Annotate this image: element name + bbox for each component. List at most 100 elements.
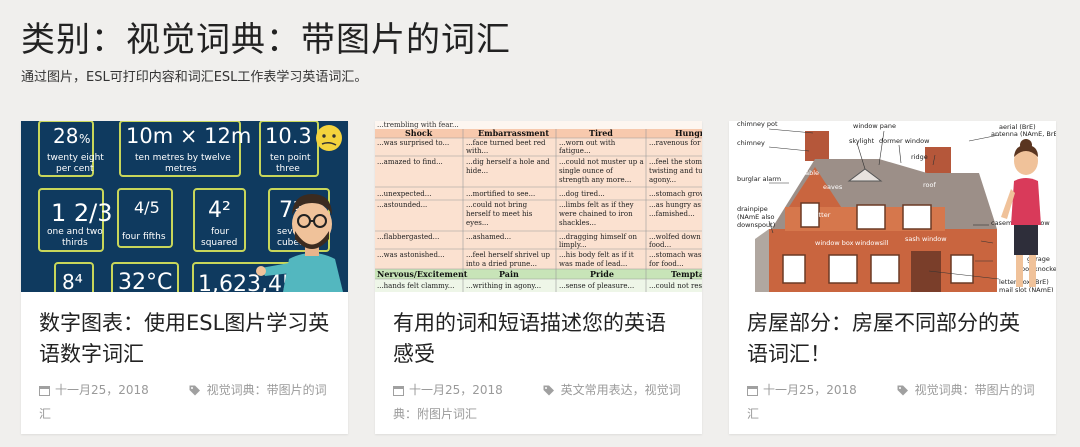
number-28: 28 <box>53 124 78 148</box>
tags-icon <box>543 385 554 396</box>
svg-text:...could not muster up a: ...could not muster up a <box>559 158 644 166</box>
svg-text:...stomach grow: ...stomach grow <box>649 190 702 198</box>
svg-text:...mortified to see...: ...mortified to see... <box>466 190 535 198</box>
svg-text:...unexpected...: ...unexpected... <box>377 190 431 198</box>
svg-text:Temptat: Temptat <box>671 269 702 279</box>
svg-text:drainpipe: drainpipe <box>737 205 768 213</box>
svg-text:%: % <box>79 132 90 146</box>
post-date: 十一月25，2018 <box>747 383 861 397</box>
svg-text:for food...: for food... <box>649 260 684 268</box>
svg-text:...sense of pleasure...: ...sense of pleasure... <box>559 282 634 290</box>
svg-text:...hands felt clammy...: ...hands felt clammy... <box>377 282 454 290</box>
svg-text:window box: window box <box>815 239 854 247</box>
post-title-link[interactable]: 房屋部分：房屋不同部分的英语词汇！ <box>747 308 1038 370</box>
svg-text:burglar alarm: burglar alarm <box>737 175 781 183</box>
svg-text:four fifths: four fifths <box>122 232 166 242</box>
svg-text:per cent: per cent <box>56 164 94 174</box>
svg-text:food...: food... <box>649 241 671 249</box>
svg-text:chimney pot: chimney pot <box>737 121 778 128</box>
svg-text:agony...: agony... <box>649 176 676 184</box>
page-title: 类别：视觉词典：带图片的词汇 <box>21 20 511 60</box>
post-card: chimney pot window pane skylight dormer … <box>729 121 1056 434</box>
svg-text:were chained to iron: were chained to iron <box>559 210 633 218</box>
svg-text:three: three <box>276 164 300 174</box>
svg-text:herself to meet his: herself to meet his <box>466 210 533 218</box>
svg-text:...writhing in agony...: ...writhing in agony... <box>466 282 541 290</box>
svg-text:gable: gable <box>801 169 819 177</box>
svg-text:single ounce of: single ounce of <box>559 167 614 175</box>
svg-text:...face turned beet red: ...face turned beet red <box>466 139 546 147</box>
tags-icon <box>189 385 200 396</box>
post-card: ...trembling with fear... Shock Embarras… <box>375 121 702 434</box>
svg-text:limply...: limply... <box>559 241 587 249</box>
tags-icon <box>897 385 908 396</box>
svg-text:4²: 4² <box>208 198 231 223</box>
calendar-icon <box>39 386 50 396</box>
svg-text:chimney: chimney <box>737 139 765 147</box>
svg-text:letter box (BrE): letter box (BrE) <box>999 278 1049 286</box>
svg-text:twenty eight: twenty eight <box>47 153 104 163</box>
calendar-icon <box>393 386 404 396</box>
svg-text:32°C: 32°C <box>118 270 172 292</box>
svg-text:...was surprised to...: ...was surprised to... <box>377 139 449 147</box>
svg-text:Hungr: Hungr <box>675 128 702 138</box>
svg-text:8⁴: 8⁴ <box>62 270 83 292</box>
svg-text:...ashamed...: ...ashamed... <box>466 233 511 241</box>
svg-text:sash window: sash window <box>905 235 947 243</box>
post-date: 十一月25，2018 <box>393 383 507 397</box>
svg-text:eyes...: eyes... <box>466 219 489 227</box>
svg-text:Nervous/Excitement: Nervous/Excitement <box>377 269 468 279</box>
svg-text:eaves: eaves <box>823 183 843 191</box>
post-date: 十一月25，2018 <box>39 383 153 397</box>
svg-text:...could not bring: ...could not bring <box>466 201 528 209</box>
svg-text:(NAmE also: (NAmE also <box>737 213 775 221</box>
svg-text:skylight: skylight <box>849 137 875 145</box>
svg-text:...famished...: ...famished... <box>649 210 695 218</box>
svg-text:window pane: window pane <box>853 122 896 130</box>
svg-text:...dog tired...: ...dog tired... <box>559 190 605 198</box>
svg-text:10.3: 10.3 <box>265 124 312 148</box>
svg-text:...dragging himself on: ...dragging himself on <box>559 233 637 241</box>
svg-text:with...: with... <box>466 147 488 155</box>
post-card: 28 % twenty eight per cent 10m × 12m ten… <box>21 121 348 434</box>
post-thumbnail-feelings-table[interactable]: ...trembling with fear... Shock Embarras… <box>375 121 702 292</box>
svg-text:...could not res: ...could not res <box>649 282 702 290</box>
svg-text:windowsill: windowsill <box>855 239 889 247</box>
svg-text:shackles...: shackles... <box>559 219 596 227</box>
svg-text:4/5: 4/5 <box>134 198 160 217</box>
svg-text:metres: metres <box>165 164 197 174</box>
post-title-link[interactable]: 有用的词和短语描述您的英语感受 <box>393 308 684 370</box>
svg-text:ten metres by twelve: ten metres by twelve <box>135 153 231 163</box>
post-title-link[interactable]: 数字图表：使用ESL图片学习英语数字词汇 <box>39 308 330 370</box>
svg-text:...his body felt as if it: ...his body felt as if it <box>559 251 634 259</box>
svg-text:was made of lead...: was made of lead... <box>559 260 627 268</box>
svg-text:...wolfed down: ...wolfed down <box>649 233 701 241</box>
svg-text:1 2/3: 1 2/3 <box>51 199 113 227</box>
svg-text:10m × 12m: 10m × 12m <box>126 124 251 148</box>
svg-text:four: four <box>211 227 229 237</box>
svg-text:...feel the stom: ...feel the stom <box>649 158 702 166</box>
svg-text:...astounded...: ...astounded... <box>377 201 427 209</box>
svg-text:...limbs felt as if they: ...limbs felt as if they <box>559 201 634 209</box>
post-thumbnail-house-parts[interactable]: chimney pot window pane skylight dormer … <box>729 121 1056 292</box>
svg-text:ridge: ridge <box>911 153 928 161</box>
svg-text:...was astonished...: ...was astonished... <box>377 251 445 259</box>
svg-text:mail slot (NAmE): mail slot (NAmE) <box>999 286 1054 292</box>
svg-text:Tired: Tired <box>589 128 613 138</box>
post-meta: 十一月25，2018 视觉词典：带图片的词汇 <box>39 378 330 434</box>
post-thumbnail-numbers[interactable]: 28 % twenty eight per cent 10m × 12m ten… <box>21 121 348 292</box>
svg-text:downspout): downspout) <box>737 221 775 229</box>
svg-text:...stomach was: ...stomach was <box>649 251 702 259</box>
svg-text:...flabbergasted...: ...flabbergasted... <box>377 233 439 241</box>
calendar-icon <box>747 386 758 396</box>
svg-text:strength any more...: strength any more... <box>559 176 631 184</box>
svg-text:roof: roof <box>923 181 936 189</box>
post-meta: 十一月25，2018 英文常用表达，视觉词典：附图片词汇 <box>393 378 684 434</box>
svg-text:dormer window: dormer window <box>879 137 930 145</box>
svg-text:twisting and tu: twisting and tu <box>649 167 702 175</box>
svg-text:...as hungry as: ...as hungry as <box>649 201 701 209</box>
category-description: 通过图片，ESL可打印内容和词汇ESL工作表学习英语词汇。 <box>21 70 368 85</box>
svg-text:...worn out with: ...worn out with <box>559 139 616 147</box>
svg-text:Embarrassment: Embarrassment <box>478 128 549 138</box>
svg-text:Pain: Pain <box>499 269 519 279</box>
